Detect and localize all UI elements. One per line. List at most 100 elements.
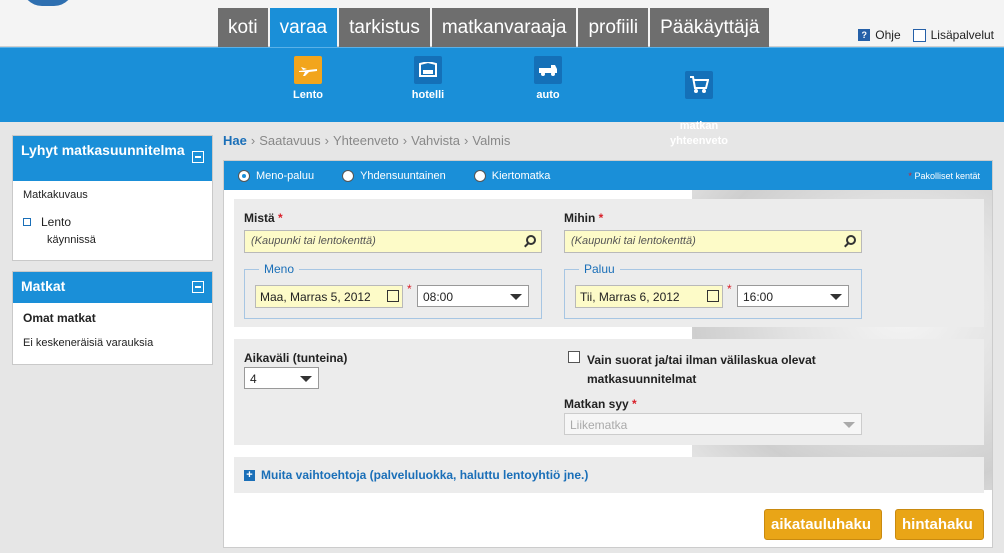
- return-fieldset: Paluu Tii, Marras 6, 2012 * 16:00: [564, 262, 862, 319]
- tab-koti[interactable]: koti: [218, 8, 268, 47]
- departure-date[interactable]: Maa, Marras 5, 2012: [255, 285, 403, 308]
- edit-icon: [912, 28, 926, 42]
- return-time-select[interactable]: 16:00: [737, 285, 849, 307]
- breadcrumb-step-availability: Saatavuus: [259, 133, 321, 148]
- radio-selected-icon: [238, 169, 250, 182]
- radio-icon: [473, 169, 486, 182]
- tab-paakayttaja[interactable]: Pääkäyttäjä: [650, 8, 770, 47]
- departure-fieldset: Meno Maa, Marras 5, 2012 * 08:00: [244, 262, 542, 319]
- subnav-summary-label: matkan yhteenveto: [669, 120, 729, 147]
- extra-services-link[interactable]: Lisäpalvelut: [912, 28, 994, 42]
- departure-date-value: Maa, Marras 5, 2012: [260, 290, 371, 304]
- car-icon: [534, 56, 562, 84]
- help-icon: ?: [858, 29, 871, 41]
- from-input[interactable]: (Kaupunki tai lentokenttä): [244, 230, 542, 253]
- trip-reason-label: Matkan syy *: [564, 397, 637, 411]
- extra-services-label: Lisäpalvelut: [930, 28, 994, 42]
- trip-reason-select[interactable]: Liikematka: [564, 413, 862, 435]
- subnav-hotel[interactable]: hotelli: [408, 56, 448, 101]
- calendar-icon[interactable]: [387, 290, 399, 302]
- tab-profiili[interactable]: profiili: [578, 8, 649, 47]
- radio-one-way-label: Yhdensuuntainen: [360, 169, 446, 182]
- short-itinerary-title: Lyhyt matkasuunnitelma: [21, 142, 185, 158]
- chevron-right-icon: ›: [464, 133, 469, 148]
- top-bar: koti varaa tarkistus matkanvaraaja profi…: [0, 0, 1004, 47]
- return-time-value: 16:00: [743, 290, 774, 304]
- breadcrumb-step-done: Valmis: [472, 133, 511, 148]
- tab-matkanvaraaja[interactable]: matkanvaraaja: [431, 8, 577, 47]
- to-placeholder: (Kaupunki tai lentokenttä): [571, 235, 696, 247]
- checkbox-icon: [23, 218, 31, 226]
- trips-body: Omat matkat Ei keskeneräisiä varauksia: [13, 303, 212, 357]
- subnav-car-label: auto: [536, 89, 560, 101]
- logo: [22, 0, 74, 6]
- trip-description: Matkakuvaus: [23, 189, 88, 201]
- chevron-down-icon: [830, 294, 842, 300]
- price-search-button[interactable]: hintahaku: [895, 509, 984, 540]
- chevron-right-icon: ›: [402, 133, 408, 148]
- subnav-summary[interactable]: matkan yhteenveto: [662, 56, 736, 164]
- departure-legend: Meno: [259, 262, 300, 276]
- trips-box: Matkat Omat matkat Ei keskeneräisiä vara…: [12, 271, 213, 365]
- short-itinerary-box: Lyhyt matkasuunnitelma Matkakuvaus Lento…: [12, 135, 213, 261]
- direct-only-label: Vain suorat ja/tai ilman välilaskua olev…: [587, 353, 816, 386]
- schedule-search-button[interactable]: aikatauluhaku: [764, 509, 882, 540]
- chevron-right-icon: ›: [250, 133, 256, 148]
- itinerary-item: Lento: [23, 215, 202, 229]
- subnav-flight-label: Lento: [293, 89, 323, 101]
- options-section: Aikaväli (tunteina) 4 Vain suorat ja/tai…: [234, 339, 984, 445]
- trip-type-bar: Meno-paluu Yhdensuuntainen Kiertomatka *…: [224, 161, 992, 190]
- search-icon[interactable]: [526, 235, 536, 245]
- breadcrumb: Hae › Saatavuus › Yhteenveto › Vahvista …: [223, 133, 510, 148]
- more-options-toggle[interactable]: + Muita vaihtoehtoja (palveluluokka, hal…: [234, 457, 984, 493]
- trips-header: Matkat: [13, 272, 212, 303]
- tab-varaa[interactable]: varaa: [269, 8, 338, 47]
- return-legend: Paluu: [579, 262, 620, 276]
- required-star: *: [407, 282, 412, 296]
- chevron-down-icon: [843, 422, 855, 428]
- booking-subnav: Lento hotelli auto matkan yhteenveto: [0, 47, 1004, 147]
- radio-round-trip[interactable]: Meno-paluu: [238, 169, 314, 182]
- calendar-icon[interactable]: [707, 290, 719, 302]
- main-tabs: koti varaa tarkistus matkanvaraaja profi…: [218, 8, 771, 47]
- help-label: Ohje: [875, 28, 901, 42]
- radio-one-way[interactable]: Yhdensuuntainen: [342, 169, 446, 182]
- plane-icon: [294, 56, 322, 84]
- time-window-select[interactable]: 4: [244, 367, 319, 389]
- breadcrumb-step-search[interactable]: Hae: [223, 133, 247, 148]
- plus-icon: +: [244, 469, 255, 481]
- breadcrumb-step-summary: Yhteenveto: [332, 133, 399, 148]
- departure-time-select[interactable]: 08:00: [417, 285, 529, 307]
- help-links: ? Ohje Lisäpalvelut: [858, 28, 994, 42]
- trip-reason-value: Liikematka: [570, 418, 628, 432]
- to-input[interactable]: (Kaupunki tai lentokenttä): [564, 230, 862, 253]
- search-icon[interactable]: [846, 235, 856, 245]
- help-link[interactable]: ? Ohje: [858, 28, 901, 42]
- to-label: Mihin *: [564, 211, 604, 225]
- collapse-icon[interactable]: [192, 281, 204, 293]
- departure-time-value: 08:00: [423, 290, 454, 304]
- tab-tarkistus[interactable]: tarkistus: [339, 8, 430, 47]
- required-note-label: Pakolliset kentät: [914, 171, 980, 181]
- radio-multi-city[interactable]: Kiertomatka: [473, 169, 551, 182]
- flight-search-form: Meno-paluu Yhdensuuntainen Kiertomatka *…: [223, 160, 993, 548]
- my-trips-label: Omat matkat: [23, 311, 96, 325]
- required-star: *: [727, 282, 732, 296]
- chevron-down-icon: [300, 376, 312, 382]
- route-section: Mistä * Mihin * (Kaupunki tai lentokentt…: [234, 199, 984, 327]
- radio-multi-city-label: Kiertomatka: [491, 169, 551, 182]
- cart-icon: [685, 71, 713, 99]
- more-options-label: Muita vaihtoehtoja (palveluluokka, halut…: [261, 468, 589, 482]
- chevron-down-icon: [510, 294, 522, 300]
- subnav-car[interactable]: auto: [530, 56, 566, 101]
- itinerary-item-status: käynnissä: [47, 234, 96, 246]
- return-date-value: Tii, Marras 6, 2012: [580, 290, 680, 304]
- no-bookings-text: Ei keskeneräisiä varauksia: [23, 337, 154, 349]
- collapse-icon[interactable]: [192, 151, 204, 163]
- time-window-value: 4: [250, 372, 257, 386]
- radio-icon: [342, 169, 355, 182]
- required-note: * Pakolliset kentät: [908, 171, 980, 181]
- chevron-right-icon: ›: [324, 133, 329, 148]
- subnav-flight[interactable]: Lento: [288, 56, 328, 101]
- return-date[interactable]: Tii, Marras 6, 2012: [575, 285, 723, 308]
